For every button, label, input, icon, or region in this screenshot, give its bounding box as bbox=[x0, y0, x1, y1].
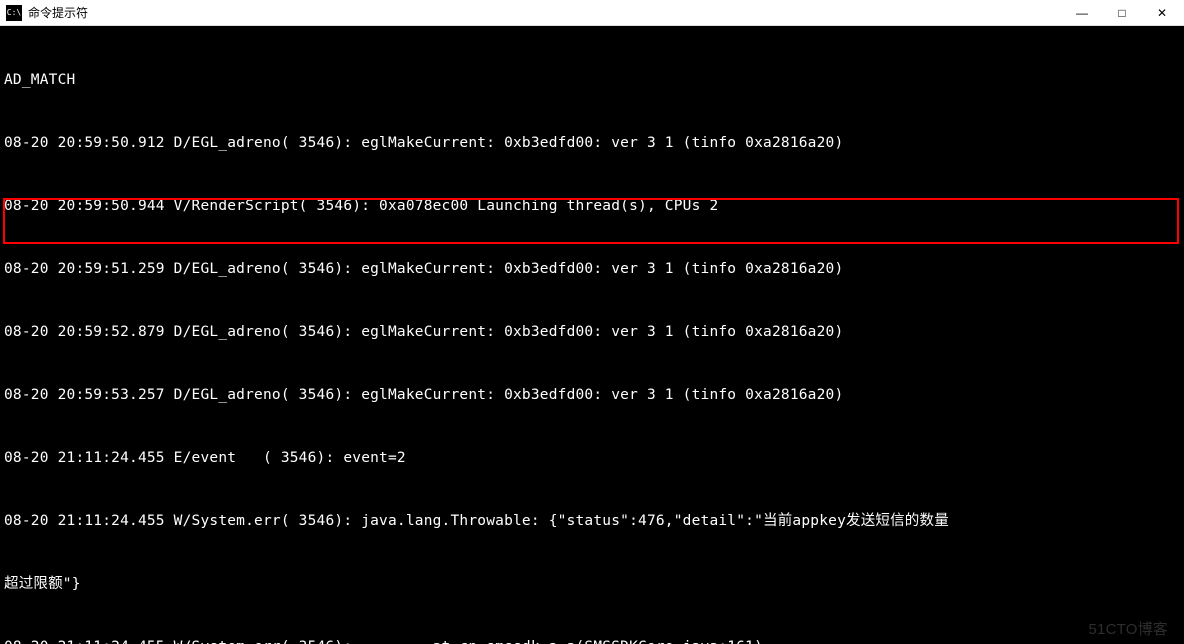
log-line: 08-20 20:59:53.257 D/EGL_adreno( 3546): … bbox=[4, 385, 1180, 406]
log-line: 08-20 21:11:24.455 W/System.err( 3546): … bbox=[4, 637, 1180, 644]
log-line: 08-20 20:59:50.944 V/RenderScript( 3546)… bbox=[4, 196, 1180, 217]
window-controls: — □ ✕ bbox=[1062, 1, 1182, 25]
terminal-output[interactable]: AD_MATCH 08-20 20:59:50.912 D/EGL_adreno… bbox=[0, 26, 1184, 644]
log-line: 08-20 21:11:24.455 W/System.err( 3546): … bbox=[4, 511, 1180, 532]
close-button[interactable]: ✕ bbox=[1142, 1, 1182, 25]
titlebar-left: C:\ 命令提示符 bbox=[6, 4, 88, 21]
window-titlebar: C:\ 命令提示符 — □ ✕ bbox=[0, 0, 1184, 26]
window-title: 命令提示符 bbox=[28, 4, 88, 21]
log-line: 08-20 20:59:50.912 D/EGL_adreno( 3546): … bbox=[4, 133, 1180, 154]
log-line: 08-20 20:59:51.259 D/EGL_adreno( 3546): … bbox=[4, 259, 1180, 280]
log-line: 08-20 21:11:24.455 E/event ( 3546): even… bbox=[4, 448, 1180, 469]
cmd-icon: C:\ bbox=[6, 5, 22, 21]
log-line: AD_MATCH bbox=[4, 70, 1180, 91]
maximize-button[interactable]: □ bbox=[1102, 1, 1142, 25]
log-line: 超过限额"} bbox=[4, 574, 1180, 595]
minimize-button[interactable]: — bbox=[1062, 1, 1102, 25]
log-line: 08-20 20:59:52.879 D/EGL_adreno( 3546): … bbox=[4, 322, 1180, 343]
